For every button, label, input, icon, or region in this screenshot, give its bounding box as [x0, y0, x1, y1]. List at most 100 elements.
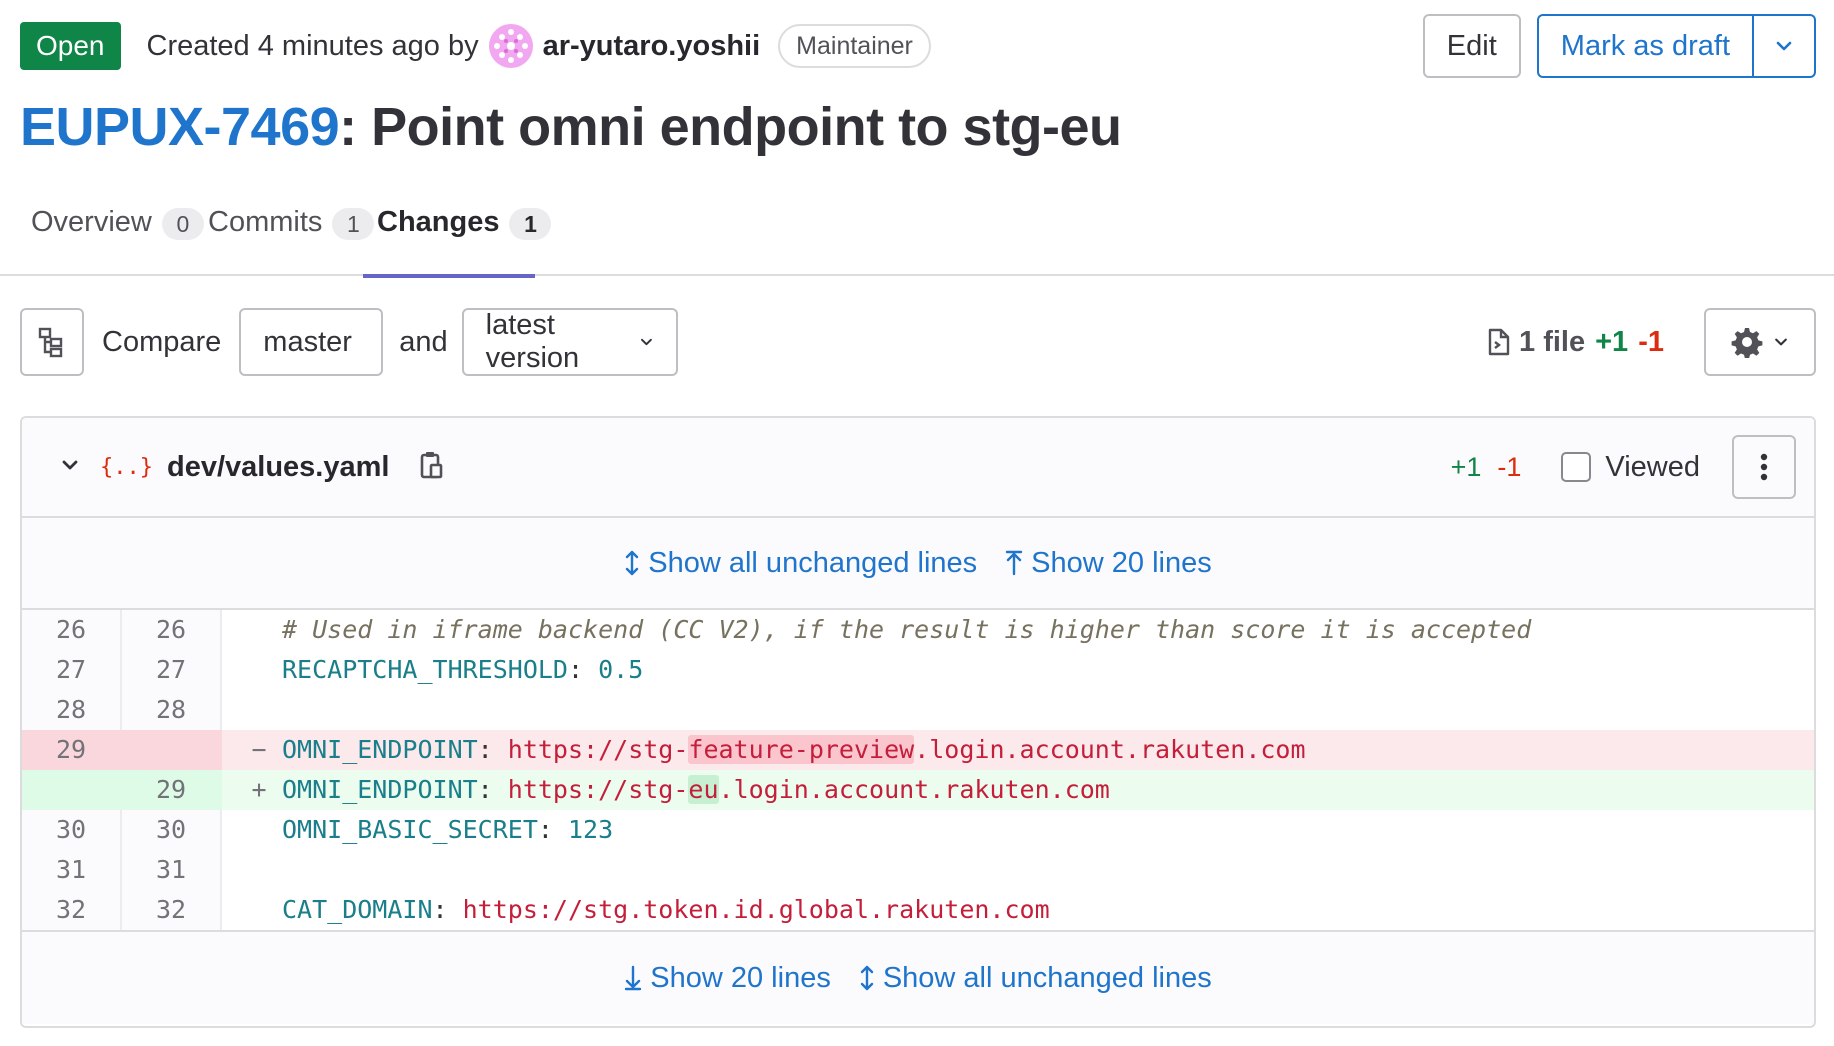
chevron-down-icon — [640, 338, 652, 346]
edit-button[interactable]: Edit — [1422, 14, 1521, 78]
show-20-label: Show 20 lines — [650, 961, 831, 994]
expand-down-icon — [625, 965, 642, 991]
file-tree-icon — [38, 327, 63, 358]
files-changed[interactable]: 1 file — [1487, 326, 1585, 359]
show-all-label: Show all unchanged lines — [882, 961, 1212, 994]
show-20-lines-up-button[interactable]: Show 20 lines — [1005, 547, 1212, 580]
diff-stats: 1 file +1 -1 — [1487, 326, 1664, 359]
removed-count: -1 — [1638, 325, 1664, 358]
old-line-number[interactable]: 32 — [22, 890, 122, 930]
diff-line: 26 26 # Used in iframe backend (CC V2), … — [22, 610, 1814, 650]
diff-sign — [222, 650, 280, 690]
added-count: +1 — [1595, 325, 1629, 358]
file-added-count: +1 — [1450, 451, 1482, 482]
file-name-link[interactable]: dev/values.yaml — [167, 451, 389, 484]
tab-changes[interactable]: Changes 1 — [363, 190, 552, 278]
old-line-number[interactable]: 29 — [22, 730, 122, 770]
new-line-number[interactable]: 27 — [122, 650, 222, 690]
code-content — [280, 690, 1814, 730]
collapse-file-button[interactable] — [60, 455, 80, 480]
mark-as-draft-button[interactable]: Mark as draft — [1539, 16, 1754, 76]
show-all-label: Show all unchanged lines — [648, 546, 978, 579]
yaml-file-icon: {..} — [100, 454, 153, 480]
tab-label: Overview — [31, 206, 152, 238]
code-content: OMNI_ENDPOINT: https://stg-feature-previ… — [282, 735, 1306, 764]
code-comment: # Used in iframe backend (CC V2), if the… — [282, 615, 1532, 644]
file-options-button[interactable] — [1732, 435, 1796, 499]
diff-file-header: {..} dev/values.yaml +1 -1 Viewed — [22, 418, 1814, 518]
value-prefix: https://stg- — [507, 775, 689, 804]
code-content — [280, 850, 1814, 890]
value-suffix: .login.account.rakuten.com — [914, 735, 1306, 764]
show-all-unchanged-lines-button[interactable]: Show all unchanged lines — [624, 547, 977, 580]
yaml-key: RECAPTCHA_THRESHOLD — [282, 655, 568, 684]
diff-line: 27 27 RECAPTCHA_THRESHOLD: 0.5 — [22, 650, 1814, 690]
yaml-value: https://stg-feature-preview.login.accoun… — [508, 735, 1306, 764]
file-tree-toggle-button[interactable] — [20, 308, 84, 376]
new-line-number[interactable]: 30 — [122, 810, 222, 850]
source-branch-value: master — [263, 325, 352, 358]
copy-file-path-button[interactable] — [419, 449, 445, 486]
new-line-number[interactable]: 29 — [122, 770, 222, 810]
show-20-label: Show 20 lines — [1031, 546, 1212, 579]
chevron-down-icon — [1775, 338, 1787, 346]
yaml-value: https://stg-eu.login.account.rakuten.com — [508, 775, 1110, 804]
files-count: 1 file — [1519, 325, 1586, 358]
file-removed-count: -1 — [1497, 451, 1522, 482]
mr-tabs: Overview 0 Commits 1 Changes 1 — [0, 190, 1834, 278]
viewed-toggle[interactable]: Viewed — [1561, 451, 1700, 484]
show-20-lines-down-button[interactable]: Show 20 lines — [624, 962, 831, 995]
target-version-dropdown[interactable]: latest version — [461, 308, 678, 376]
yaml-key: CAT_DOMAIN — [282, 895, 433, 924]
file-header-actions: +1 -1 Viewed — [1451, 435, 1814, 499]
file-diff-stats: +1 -1 — [1451, 452, 1522, 483]
chevron-down-icon — [1776, 41, 1792, 51]
code-content: OMNI_BASIC_SECRET: 123 — [282, 815, 614, 844]
new-line-number[interactable] — [122, 730, 222, 770]
title-text: : Point omni endpoint to stg-eu — [339, 97, 1122, 157]
tab-commits[interactable]: Commits 1 — [208, 190, 375, 276]
old-line-number[interactable]: 31 — [22, 850, 122, 890]
file-diff-icon — [1488, 328, 1510, 356]
old-line-number[interactable]: 27 — [22, 650, 122, 690]
old-line-number[interactable]: 26 — [22, 610, 122, 650]
expand-arrows-icon — [860, 965, 874, 991]
added-highlight: eu — [688, 775, 719, 804]
diff-file: {..} dev/values.yaml +1 -1 Viewed Show a… — [20, 416, 1816, 1028]
new-line-number[interactable]: 31 — [122, 850, 222, 890]
avatar[interactable] — [488, 24, 533, 68]
compare-toolbar: Compare master and latest version 1 file… — [20, 308, 1816, 376]
target-version-value: latest version — [485, 309, 580, 374]
show-all-unchanged-lines-button[interactable]: Show all unchanged lines — [859, 962, 1212, 995]
diff-sign — [222, 810, 280, 850]
old-line-number[interactable]: 28 — [22, 690, 122, 730]
expand-arrows-icon — [626, 550, 639, 576]
code-content: # Used in iframe backend (CC V2), if the… — [280, 610, 1814, 650]
yaml-value: 0.5 — [598, 655, 644, 684]
diff-line: 31 31 — [22, 850, 1814, 890]
tab-overview[interactable]: Overview 0 — [31, 190, 204, 276]
gear-icon — [1731, 328, 1763, 358]
source-branch-dropdown[interactable]: master — [239, 308, 384, 376]
yaml-key: OMNI_ENDPOINT — [282, 735, 478, 764]
chevron-down-icon — [62, 460, 78, 469]
page-title: EUPUX-7469: Point omni endpoint to stg-e… — [20, 96, 1122, 158]
tab-label: Commits — [208, 206, 323, 238]
new-line-number[interactable]: 32 — [122, 890, 222, 930]
viewed-checkbox[interactable] — [1561, 452, 1592, 482]
new-line-number[interactable]: 26 — [122, 610, 222, 650]
diff-sign — [222, 610, 280, 650]
tab-label: Changes — [377, 206, 500, 238]
value-prefix: https://stg- — [507, 735, 689, 764]
old-line-number[interactable]: 30 — [22, 810, 122, 850]
old-line-number[interactable] — [22, 770, 122, 810]
diff-settings-button[interactable] — [1704, 308, 1816, 376]
new-line-number[interactable]: 28 — [122, 690, 222, 730]
draft-dropdown-toggle[interactable] — [1754, 16, 1814, 76]
author-link[interactable]: ar-yutaro.yoshii — [543, 30, 761, 63]
tab-count: 1 — [509, 208, 552, 240]
removed-highlight: feature-preview — [688, 735, 915, 764]
yaml-key: OMNI_ENDPOINT — [282, 775, 478, 804]
issue-reference-link[interactable]: EUPUX-7469 — [20, 97, 340, 157]
diff-line: 28 28 — [22, 690, 1814, 730]
